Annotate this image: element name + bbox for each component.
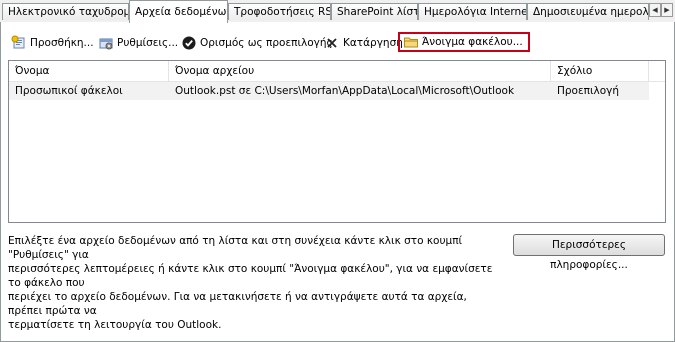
row-name-cell: Προσωπικοί φάκελοι [15, 85, 123, 97]
tab-scroll-right-button[interactable]: ▶ [661, 3, 673, 17]
description-line: τερματίσετε τη λειτουργία του Outlook. [8, 319, 222, 331]
data-files-list[interactable]: Όνομα Όνομα αρχείου Σχόλιο Προσωπικοί φά… [8, 60, 666, 223]
column-header-name[interactable]: Όνομα [9, 61, 169, 81]
add-button-label: Προσθήκη... [30, 37, 94, 49]
more-info-button[interactable]: Περισσότερες πληροφορίες... [513, 234, 665, 271]
tab-rss-feeds[interactable]: Τροφοδοτήσεις RSS [228, 3, 331, 20]
table-row[interactable]: Προσωπικοί φάκελοι Outlook.pst σε C:\Use… [9, 82, 649, 100]
tab-email[interactable]: Ηλεκτρονικό ταχυδρομείο [2, 3, 129, 20]
tab-sharepoint-lists[interactable]: SharePoint λίστες [331, 3, 418, 20]
tab-data-files[interactable]: Αρχεία δεδομένων [129, 0, 228, 23]
tab-published-calendars[interactable]: Δημοσιευμένα ημερολόγια [527, 3, 649, 20]
set-default-button-label: Ορισμός ως προεπιλογής [200, 37, 333, 49]
tab-internet-calendars[interactable]: Ημερολόγια Internet [418, 3, 527, 20]
open-folder-button-label: Άνοιγμα φακέλου... [422, 36, 523, 48]
row-filename-cell: Outlook.pst σε C:\Users\Morfan\AppData\L… [175, 85, 515, 97]
open-folder-button[interactable]: Άνοιγμα φακέλου... [398, 32, 530, 52]
settings-button-label: Ρυθμίσεις... [117, 37, 179, 49]
column-header-filename[interactable]: Όνομα αρχείου [169, 61, 551, 81]
tab-scroll-left-button[interactable]: ◀ [649, 3, 661, 17]
list-header: Όνομα Όνομα αρχείου Σχόλιο [9, 61, 665, 82]
description-line: περιέχει το αρχείο δεδομένων. Για να μετ… [8, 291, 467, 317]
settings-icon [98, 35, 114, 51]
tab-strip: Ηλεκτρονικό ταχυδρομείο Αρχεία δεδομένων… [0, 0, 675, 23]
x-icon [324, 35, 340, 51]
row-comment-cell: Προεπιλογή [557, 85, 620, 97]
remove-button-label: Κατάργηση [343, 37, 403, 49]
description-line: περισσότερες λεπτομέρειες ή κάντε κλικ σ… [8, 263, 493, 289]
column-header-comment[interactable]: Σχόλιο [551, 61, 649, 81]
settings-button[interactable]: Ρυθμίσεις... [98, 34, 178, 52]
add-button[interactable]: Προσθήκη... [11, 34, 94, 52]
description-text: Επιλέξτε ένα αρχείο δεδομένων από τη λίσ… [8, 234, 498, 332]
remove-button[interactable]: Κατάργηση [324, 34, 403, 52]
add-file-icon [11, 35, 27, 51]
description-line: Επιλέξτε ένα αρχείο δεδομένων από τη λίσ… [8, 235, 463, 261]
checkmark-icon [181, 35, 197, 51]
set-default-button[interactable]: Ορισμός ως προεπιλογής [181, 34, 333, 52]
folder-icon [403, 34, 419, 50]
